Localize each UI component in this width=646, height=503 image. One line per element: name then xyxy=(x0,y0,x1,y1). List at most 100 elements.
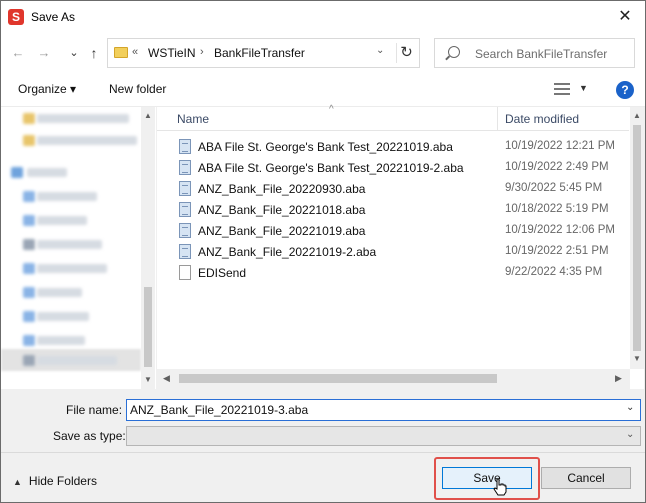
search-icon xyxy=(448,46,460,58)
scrollbar-thumb[interactable] xyxy=(633,125,641,351)
file-row[interactable]: ANZ_Bank_File_20221019-2.aba 10/19/2022 2… xyxy=(175,241,629,262)
recent-locations-chevron-icon[interactable]: ⌄ xyxy=(65,45,83,61)
file-name: ANZ_Bank_File_20220930.aba xyxy=(198,182,366,196)
file-row[interactable]: ABA File St. George's Bank Test_20221019… xyxy=(175,157,629,178)
search-placeholder: Search BankFileTransfer xyxy=(475,47,608,61)
file-name-label: File name: xyxy=(66,403,123,417)
new-folder-button[interactable]: New folder xyxy=(109,82,166,96)
file-name: ANZ_Bank_File_20221018.aba xyxy=(198,203,366,217)
file-name-dropdown-icon[interactable]: ⌄ xyxy=(626,402,634,413)
navigation-pane-scrollbar[interactable]: ▲ ▼ xyxy=(141,107,155,389)
nav-item[interactable] xyxy=(37,136,137,145)
refresh-icon[interactable]: ↻ xyxy=(396,43,416,63)
nav-item[interactable] xyxy=(37,336,85,345)
scroll-left-arrow-icon[interactable]: ◀ xyxy=(163,373,170,384)
nav-item[interactable] xyxy=(37,356,117,365)
chevron-up-icon: ▲ xyxy=(13,477,22,487)
view-dropdown-icon[interactable]: ▼ xyxy=(579,83,588,93)
file-name: ANZ_Bank_File_20221019.aba xyxy=(198,224,366,238)
window-title: Save As xyxy=(31,10,76,24)
file-name: ANZ_Bank_File_20221019-2.aba xyxy=(198,245,377,259)
close-icon[interactable]: ✕ xyxy=(613,5,637,29)
file-row[interactable]: ANZ_Bank_File_20221019.aba 10/19/2022 12:… xyxy=(175,220,629,241)
navigation-pane[interactable]: ▲ ▼ xyxy=(1,107,156,389)
file-date-modified: 10/18/2022 5:19 PM xyxy=(505,203,609,215)
save-as-dialog: S Save As ✕ ← → ⌄ ↑ « WSTieIN › BankFile… xyxy=(0,0,646,503)
file-list[interactable]: ^ Name Date modified ABA File St. George… xyxy=(157,104,644,389)
search-box[interactable]: Search BankFileTransfer xyxy=(434,38,635,68)
scroll-down-arrow-icon[interactable]: ▼ xyxy=(143,375,153,384)
nav-item[interactable] xyxy=(37,216,87,225)
forward-arrow-icon[interactable]: → xyxy=(35,45,53,61)
hand-cursor-icon xyxy=(493,478,507,496)
back-arrow-icon[interactable]: ← xyxy=(9,45,27,61)
nav-folder-icon xyxy=(23,287,35,298)
address-segment-wstiein[interactable]: WSTieIN xyxy=(148,46,196,60)
file-list-vertical-scrollbar[interactable]: ▲ ▼ xyxy=(630,107,644,369)
save-as-type-label: Save as type: xyxy=(53,429,126,443)
file-name-input[interactable] xyxy=(126,399,641,421)
file-name: EDISend xyxy=(198,266,247,280)
column-header-name[interactable]: Name xyxy=(177,112,209,126)
file-name: ABA File St. George's Bank Test_20221019… xyxy=(198,161,464,175)
sort-caret-icon: ^ xyxy=(329,104,334,115)
address-segment-bankfiletransfer[interactable]: BankFileTransfer xyxy=(214,46,305,60)
column-header-row: ^ Name Date modified xyxy=(157,104,629,131)
address-dropdown-icon[interactable]: ⌄ xyxy=(376,45,384,56)
nav-item[interactable] xyxy=(37,312,89,321)
navigation-bar: ← → ⌄ ↑ « WSTieIN › BankFileTransfer ⌄ ↻… xyxy=(1,33,645,73)
folder-icon xyxy=(114,47,128,58)
file-date-modified: 10/19/2022 12:06 PM xyxy=(505,224,615,236)
file-date-modified: 9/30/2022 5:45 PM xyxy=(505,182,603,194)
nav-item[interactable] xyxy=(27,168,67,177)
view-options-icon[interactable] xyxy=(554,83,570,95)
hide-folders-button[interactable]: ▲ Hide Folders xyxy=(13,474,97,488)
nav-folder-icon xyxy=(23,311,35,322)
aba-file-icon xyxy=(179,139,191,154)
aba-file-icon xyxy=(179,181,191,196)
file-row[interactable]: ANZ_Bank_File_20220930.aba 9/30/2022 5:45… xyxy=(175,178,629,199)
help-icon[interactable]: ? xyxy=(616,81,634,99)
aba-file-icon xyxy=(179,202,191,217)
save-as-type-select[interactable] xyxy=(126,426,641,446)
aba-file-icon xyxy=(179,223,191,238)
aba-file-icon xyxy=(179,160,191,175)
scroll-up-arrow-icon[interactable]: ▲ xyxy=(143,111,153,120)
file-date-modified: 10/19/2022 2:51 PM xyxy=(505,245,609,257)
nav-folder-icon xyxy=(23,335,35,346)
column-header-date-modified[interactable]: Date modified xyxy=(505,112,579,126)
file-row[interactable]: ABA File St. George's Bank Test_20221019… xyxy=(175,136,629,157)
file-row[interactable]: EDISend 9/22/2022 4:35 PM xyxy=(175,262,629,283)
file-date-modified: 10/19/2022 12:21 PM xyxy=(505,140,615,152)
column-divider[interactable] xyxy=(497,107,498,131)
nav-folder-icon xyxy=(23,263,35,274)
scroll-right-arrow-icon[interactable]: ▶ xyxy=(615,373,622,384)
toolbar: Organize ▾ New folder ▼ ? xyxy=(1,73,645,107)
file-date-modified: 10/19/2022 2:49 PM xyxy=(505,161,609,173)
nav-item[interactable] xyxy=(37,114,129,123)
nav-folder-icon xyxy=(23,135,35,146)
file-row[interactable]: ANZ_Bank_File_20221018.aba 10/18/2022 5:1… xyxy=(175,199,629,220)
scroll-down-arrow-icon[interactable]: ▼ xyxy=(632,354,642,363)
nav-folder-icon xyxy=(23,113,35,124)
save-button[interactable]: Save xyxy=(442,467,532,489)
save-as-type-dropdown-icon[interactable]: ⌄ xyxy=(626,429,634,440)
nav-item[interactable] xyxy=(37,288,82,297)
hide-folders-label: Hide Folders xyxy=(28,474,97,488)
nav-folder-icon xyxy=(23,191,35,202)
nav-item[interactable] xyxy=(37,240,102,249)
file-list-horizontal-scrollbar[interactable]: ◀ ▶ xyxy=(157,369,630,389)
organize-button[interactable]: Organize ▾ xyxy=(18,82,76,96)
cancel-button[interactable]: Cancel xyxy=(541,467,631,489)
address-bar[interactable]: « WSTieIN › BankFileTransfer ⌄ ↻ xyxy=(107,38,420,68)
address-separator-icon[interactable]: › xyxy=(200,46,204,58)
file-name: ABA File St. George's Bank Test_20221019… xyxy=(198,140,453,154)
file-date-modified: 9/22/2022 4:35 PM xyxy=(505,266,603,278)
scroll-up-arrow-icon[interactable]: ▲ xyxy=(632,111,642,120)
scrollbar-thumb[interactable] xyxy=(179,374,497,383)
nav-item[interactable] xyxy=(37,192,97,201)
scrollbar-thumb[interactable] xyxy=(144,287,152,367)
up-arrow-icon[interactable]: ↑ xyxy=(85,45,103,61)
address-overflow-icon[interactable]: « xyxy=(132,46,138,58)
nav-item[interactable] xyxy=(37,264,107,273)
